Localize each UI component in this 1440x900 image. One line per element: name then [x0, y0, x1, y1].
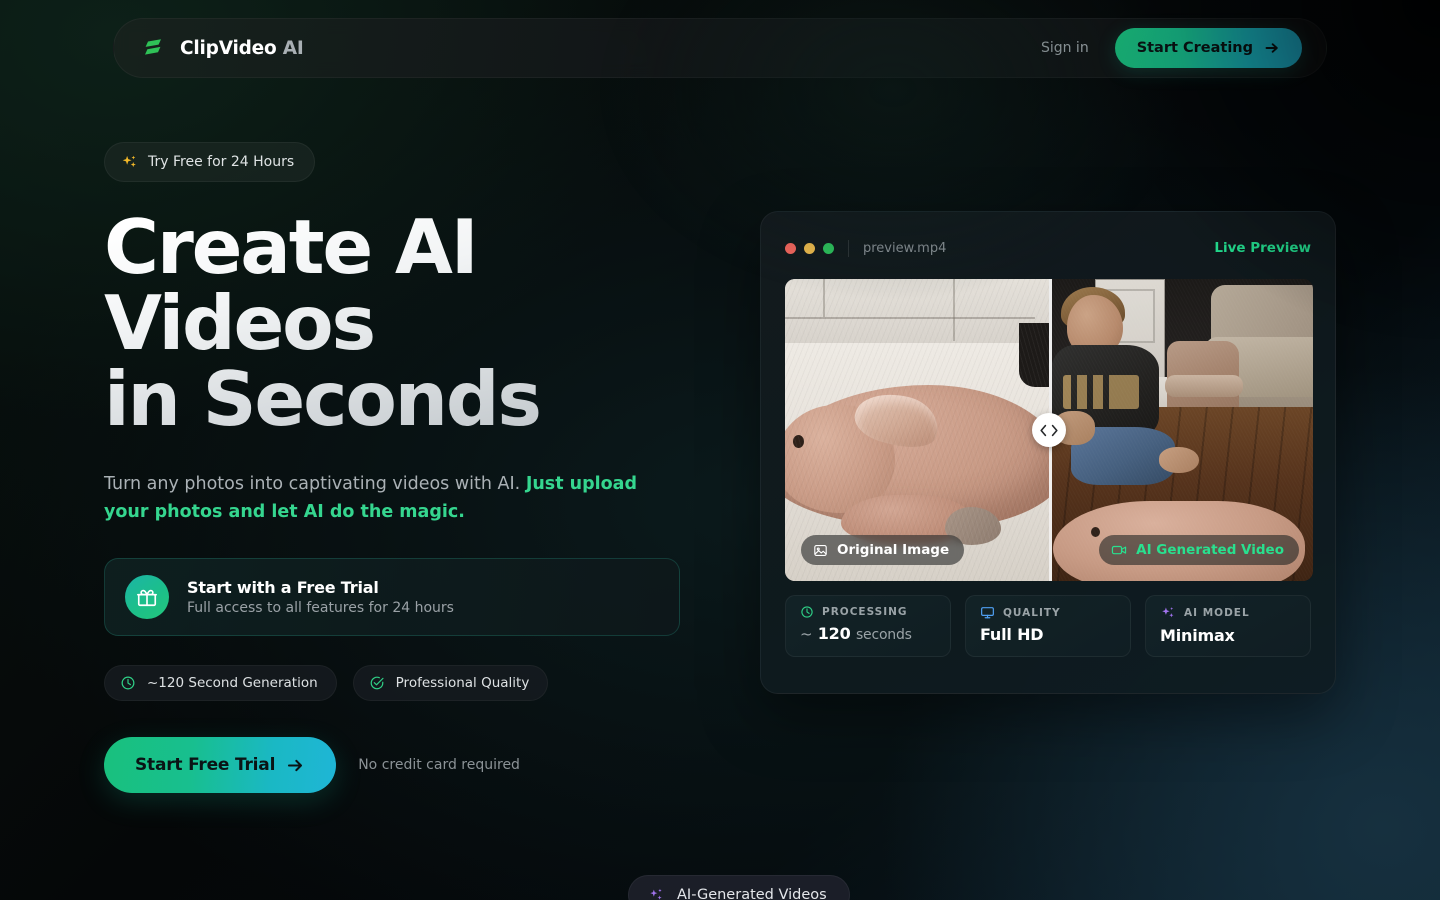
window-traffic-lights [785, 242, 834, 254]
feature-pill-quality: Professional Quality [352, 665, 549, 701]
start-free-trial-label: Start Free Trial [135, 755, 276, 775]
ai-generated-video-tag-label: AI Generated Video [1136, 542, 1284, 558]
divider [848, 239, 849, 257]
stat-card-quality-label: QUALITY [1003, 606, 1061, 619]
clipvideo-logo-mark-icon [140, 35, 166, 61]
try-free-badge-label: Try Free for 24 Hours [148, 154, 295, 170]
brand-suffix: AI [282, 37, 304, 59]
stat-card-ai-model-header: AI MODEL [1160, 605, 1296, 621]
hero-cta-row: Start Free Trial No credit card required [104, 737, 704, 793]
stat-card-processing-value: ~ 120 seconds [800, 624, 936, 643]
image-icon [813, 543, 828, 558]
no-credit-card-note: No credit card required [358, 757, 520, 773]
stat-card-processing: PROCESSING ~ 120 seconds [785, 595, 951, 657]
stat-number: 120 [817, 624, 851, 643]
chevron-right-icon [1050, 424, 1059, 437]
stat-card-ai-model-label: AI MODEL [1184, 607, 1250, 619]
preview-window-bar: preview.mp4 Live Preview [785, 236, 1311, 260]
free-trial-title: Start with a Free Trial [187, 578, 379, 597]
window-close-dot[interactable] [785, 242, 796, 254]
stat-card-quality-header: QUALITY [980, 605, 1116, 620]
clock-icon [120, 675, 136, 691]
start-free-trial-button[interactable]: Start Free Trial [104, 737, 337, 793]
stat-card-processing-label: PROCESSING [822, 606, 908, 618]
feature-pill-generation-time-label: ~120 Second Generation [147, 675, 318, 691]
clock-icon [800, 605, 814, 619]
preview-stats-row: PROCESSING ~ 120 seconds QUALITY Full HD… [785, 595, 1311, 657]
window-minimize-dot[interactable] [804, 242, 815, 254]
brand-name: ClipVideo AI [180, 37, 304, 59]
try-free-badge[interactable]: Try Free for 24 Hours [104, 142, 316, 182]
ai-video-pane: AI Generated Video [1049, 279, 1313, 581]
navbar-actions: Sign in Start Creating [1041, 28, 1302, 68]
monitor-icon [980, 605, 995, 620]
preview-filename: preview.mp4 [863, 240, 947, 256]
ai-generated-video-tag: AI Generated Video [1099, 535, 1299, 565]
page-background: ClipVideo AI Sign in Start Creating Try … [0, 0, 1440, 900]
sign-in-button[interactable]: Sign in [1041, 40, 1089, 56]
video-camera-icon [1111, 542, 1127, 558]
hero-subtitle: Turn any photos into captivating videos … [104, 470, 664, 526]
feature-pill-generation-time: ~120 Second Generation [104, 665, 337, 701]
arrow-right-icon [1264, 40, 1280, 56]
original-image-pane: Original Image [785, 279, 1049, 581]
check-circle-icon [369, 675, 385, 691]
stat-prefix: ~ [800, 625, 813, 643]
gift-icon [125, 575, 169, 619]
arrow-right-icon [286, 756, 305, 775]
stat-card-ai-model-value: Minimax [1160, 626, 1235, 645]
stat-card-processing-header: PROCESSING [800, 605, 936, 619]
stat-unit: seconds [855, 627, 912, 643]
live-preview-status: Live Preview [1214, 240, 1311, 256]
live-preview-panel: preview.mp4 Live Preview Original Image … [760, 211, 1336, 694]
start-creating-label: Start Creating [1136, 40, 1253, 56]
stat-card-quality-value: Full HD [980, 625, 1044, 644]
free-trial-card[interactable]: Start with a Free Trial Full access to a… [104, 558, 680, 636]
stat-card-quality: QUALITY Full HD [965, 595, 1131, 657]
stat-card-ai-model: AI MODEL Minimax [1145, 595, 1311, 657]
window-maximize-dot[interactable] [823, 242, 834, 254]
sparkles-icon [1160, 605, 1176, 621]
brand-logo[interactable]: ClipVideo AI [140, 35, 304, 61]
ai-generated-videos-badge[interactable]: AI-Generated Videos [628, 875, 850, 900]
chevron-left-icon [1039, 424, 1048, 437]
start-creating-button[interactable]: Start Creating [1114, 28, 1302, 68]
hero-subtitle-plain: Turn any photos into captivating videos … [104, 474, 526, 494]
feature-pill-row: ~120 Second Generation Professional Qual… [104, 665, 704, 701]
before-after-comparison-viewer[interactable]: Original Image AI Generated Video [785, 279, 1313, 581]
comparison-slider-handle[interactable] [1032, 413, 1066, 447]
hero-content: Try Free for 24 Hours Create AI Videos i… [104, 142, 704, 793]
page-title: Create AI Videos in Seconds [104, 209, 704, 437]
sparkles-icon [647, 886, 665, 900]
ai-generated-videos-badge-label: AI-Generated Videos [677, 887, 827, 900]
free-trial-card-text: Start with a Free Trial Full access to a… [187, 578, 454, 616]
original-image-tag-label: Original Image [837, 542, 950, 558]
original-image-tag: Original Image [801, 535, 965, 565]
feature-pill-quality-label: Professional Quality [395, 675, 530, 691]
free-trial-subtitle: Full access to all features for 24 hours [187, 600, 454, 616]
sparkles-icon [121, 154, 138, 171]
top-navbar: ClipVideo AI Sign in Start Creating [113, 18, 1327, 78]
